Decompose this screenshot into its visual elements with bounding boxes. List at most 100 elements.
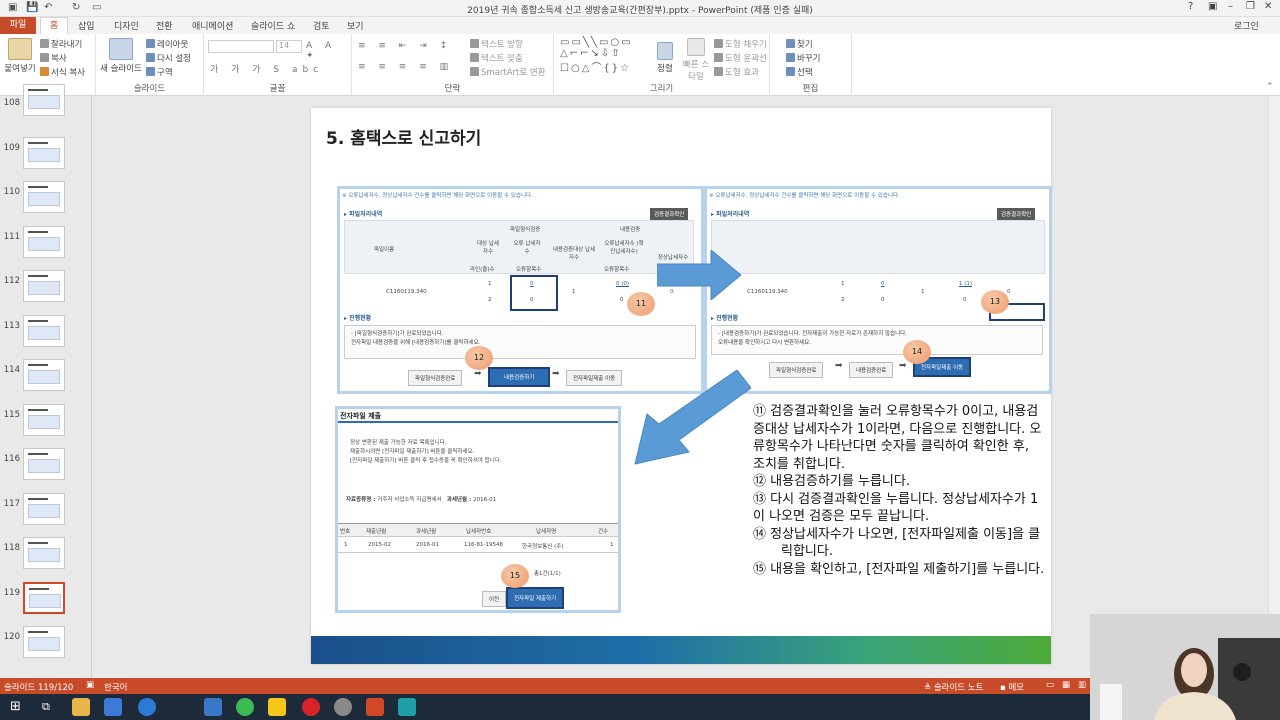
shot1-check-result-button[interactable]: 검증결과확인 — [650, 208, 689, 220]
shot1-col-error2: 오류납세자수 (확인납세자수) — [604, 241, 644, 255]
shot2-v6-link[interactable]: 1 (1) — [959, 281, 972, 287]
opera-icon[interactable] — [302, 698, 320, 716]
screenshot-format-check: ※ 오류납세자수, 정상납세자수 건수를 클릭하면 해당 화면으로 이동할 수 … — [337, 186, 704, 394]
shot2-v3-link[interactable]: 0 — [881, 281, 885, 287]
file-explorer-icon[interactable] — [72, 698, 90, 716]
tab-animations[interactable]: 애니메이션 — [192, 19, 233, 32]
collapse-ribbon-icon[interactable]: ⌃ — [1266, 82, 1274, 92]
tab-view[interactable]: 보기 — [347, 19, 364, 32]
notes-toggle[interactable]: ≜ 슬라이드 노트 — [924, 681, 983, 693]
shot3-submit-button[interactable]: 전자파일 제출하기 — [506, 587, 565, 609]
slide-thumbnail-116[interactable] — [23, 448, 65, 480]
shapes-gallery[interactable]: ▭▭╲╲▭○▭ △⌐⌐↘⇩⇧ ☐○△⌒{}☆ — [560, 37, 633, 74]
remote-app-icon[interactable] — [398, 698, 416, 716]
shot1-col-filename: 파일이름 — [374, 247, 395, 253]
shape-effects-button[interactable]: 도형 효과 — [714, 66, 759, 78]
help-icon[interactable]: ? — [1188, 1, 1193, 12]
chrome-icon[interactable] — [236, 698, 254, 716]
spellcheck-icon[interactable]: ▣ — [86, 680, 94, 690]
tab-design[interactable]: 디자인 — [114, 19, 139, 32]
slide-thumbnail-114[interactable] — [23, 359, 65, 391]
copy-icon — [40, 53, 49, 62]
slide-thumbnail-109[interactable] — [23, 136, 65, 169]
powerpoint-taskbar-icon[interactable] — [366, 698, 384, 716]
thumbnail-title-line — [28, 89, 48, 91]
slide-thumbnail-111[interactable] — [23, 225, 65, 258]
task-view-icon[interactable]: ⧉ — [42, 700, 50, 714]
quick-styles-button[interactable]: 빠른 스타일 — [680, 38, 712, 82]
arrange-button[interactable]: 정렬 — [652, 42, 678, 74]
find-button[interactable]: 찾기 — [786, 38, 813, 50]
shot1-col-error: 오류 납세자수 — [513, 241, 541, 255]
font-size-box[interactable]: 14 — [276, 40, 302, 53]
reset-button[interactable]: 다시 설정 — [146, 52, 191, 64]
thumbnail-content — [28, 95, 60, 109]
language-indicator[interactable]: 한국어 — [104, 681, 127, 693]
slide-thumbnail-115[interactable] — [23, 403, 65, 436]
slide-thumbnail-113[interactable] — [23, 314, 65, 347]
explain-15: ⑮ 내용을 확인하고, [전자파일 제출하기]를 누릅니다. — [753, 561, 1045, 577]
explain-13: ⑬ 다시 검증결과확인을 누릅니다. 정상납세자수가 1이 나오면 검증은 모두… — [753, 491, 1039, 525]
format-painter-button[interactable]: 서식 복사 — [40, 66, 85, 78]
new-slide-button[interactable]: 새 슬라이드 — [98, 38, 144, 74]
windows-start-icon[interactable]: ⊞ — [10, 699, 21, 714]
slide-thumbnail-110[interactable] — [23, 181, 65, 213]
view-buttons[interactable]: ▭▦▥ — [1046, 680, 1094, 690]
slide-thumbnail-108[interactable] — [23, 84, 65, 116]
comments-toggle[interactable]: ▪ 메모 — [1000, 681, 1024, 693]
align-buttons[interactable]: ≡ ≡ ≡ ≡ ▥ — [358, 62, 453, 72]
font-name-box[interactable] — [208, 40, 274, 53]
replace-button[interactable]: 바꾸기 — [786, 52, 820, 64]
copy-button[interactable]: 복사 — [40, 52, 67, 64]
shot1-v6-link[interactable]: 0 (0) — [616, 281, 629, 287]
shot3-prev-button[interactable]: 이전 — [482, 591, 507, 607]
font-size-buttons[interactable]: A A ✦ — [306, 41, 351, 61]
restore-icon[interactable]: ❐ — [1246, 1, 1255, 12]
align-text-button[interactable]: 텍스트 맞춤 — [470, 52, 523, 64]
section-button[interactable]: 구역 — [146, 66, 173, 78]
tab-slideshow[interactable]: 슬라이드 쇼 — [251, 19, 295, 32]
close-icon[interactable]: ✕ — [1264, 1, 1272, 12]
slide-thumbnail-118[interactable] — [23, 537, 65, 569]
text-direction-button[interactable]: 텍스트 방향 — [470, 38, 523, 50]
editor-scrollbar[interactable] — [1268, 96, 1280, 678]
section-icon — [146, 67, 155, 76]
shape-outline-button[interactable]: 도형 윤곽선 — [714, 52, 767, 64]
mail-icon[interactable] — [204, 698, 222, 716]
shot1-content-check-button[interactable]: 내용검증하기 — [488, 367, 551, 387]
tab-transitions[interactable]: 전환 — [156, 19, 173, 32]
paste-button[interactable]: 붙여넣기 — [2, 38, 38, 74]
select-button[interactable]: 선택 — [786, 66, 813, 78]
store-icon[interactable] — [104, 698, 122, 716]
layout-button[interactable]: 레이아웃 — [146, 38, 188, 50]
slide-thumbnail-112[interactable] — [23, 270, 65, 302]
font-format-buttons[interactable]: 가 가 가 S abc — [210, 62, 323, 75]
tab-home[interactable]: 홈 — [40, 17, 68, 34]
thumbnail-content — [28, 370, 60, 384]
arrange-icon — [657, 42, 673, 60]
thumbnail-number: 112 — [3, 276, 20, 286]
sign-in-link[interactable]: 로그인 — [1234, 19, 1259, 32]
shot2-step-format-done: 파일형식검증완료 — [769, 362, 824, 378]
slide-canvas[interactable]: 5. 홈택스로 신고하기 ※ 오류납세자수, 정상납세자수 건수를 클릭하면 해… — [311, 108, 1052, 664]
slide-thumbnail-120[interactable] — [23, 626, 65, 658]
explanation-text: ⑪ 검증결과확인을 눌러 오류항목수가 0이고, 내용검증대상 납세자수가 1이… — [753, 403, 1045, 578]
slide-thumbnail-119[interactable] — [23, 581, 65, 614]
edge-icon[interactable] — [138, 698, 156, 716]
tab-insert[interactable]: 삽입 — [78, 19, 95, 32]
list-buttons[interactable]: ≡ ≡ ⇤ ⇥ ↕ — [358, 41, 452, 51]
slide-thumbnail-117[interactable] — [23, 492, 65, 525]
tab-review[interactable]: 검토 — [313, 19, 330, 32]
kakaotalk-icon[interactable] — [268, 698, 286, 716]
shot2-check-result-button[interactable]: 검증결과확인 — [997, 208, 1036, 220]
font-label: 글꼴 — [269, 84, 286, 94]
shape-fill-button[interactable]: 도형 채우기 — [714, 38, 767, 50]
cut-button[interactable]: 잘라내기 — [40, 38, 82, 50]
shot2-section-progress: ▸ 진행현황 — [711, 315, 739, 322]
settings-gear-icon[interactable] — [334, 698, 352, 716]
ribbon-display-icon[interactable]: ▣ — [1208, 1, 1217, 12]
thumbnail-number: 116 — [3, 454, 20, 464]
tab-file[interactable]: 파일 — [0, 17, 36, 34]
minimize-icon[interactable]: – — [1228, 1, 1233, 12]
smartart-button[interactable]: SmartArt로 변환 — [470, 66, 546, 78]
